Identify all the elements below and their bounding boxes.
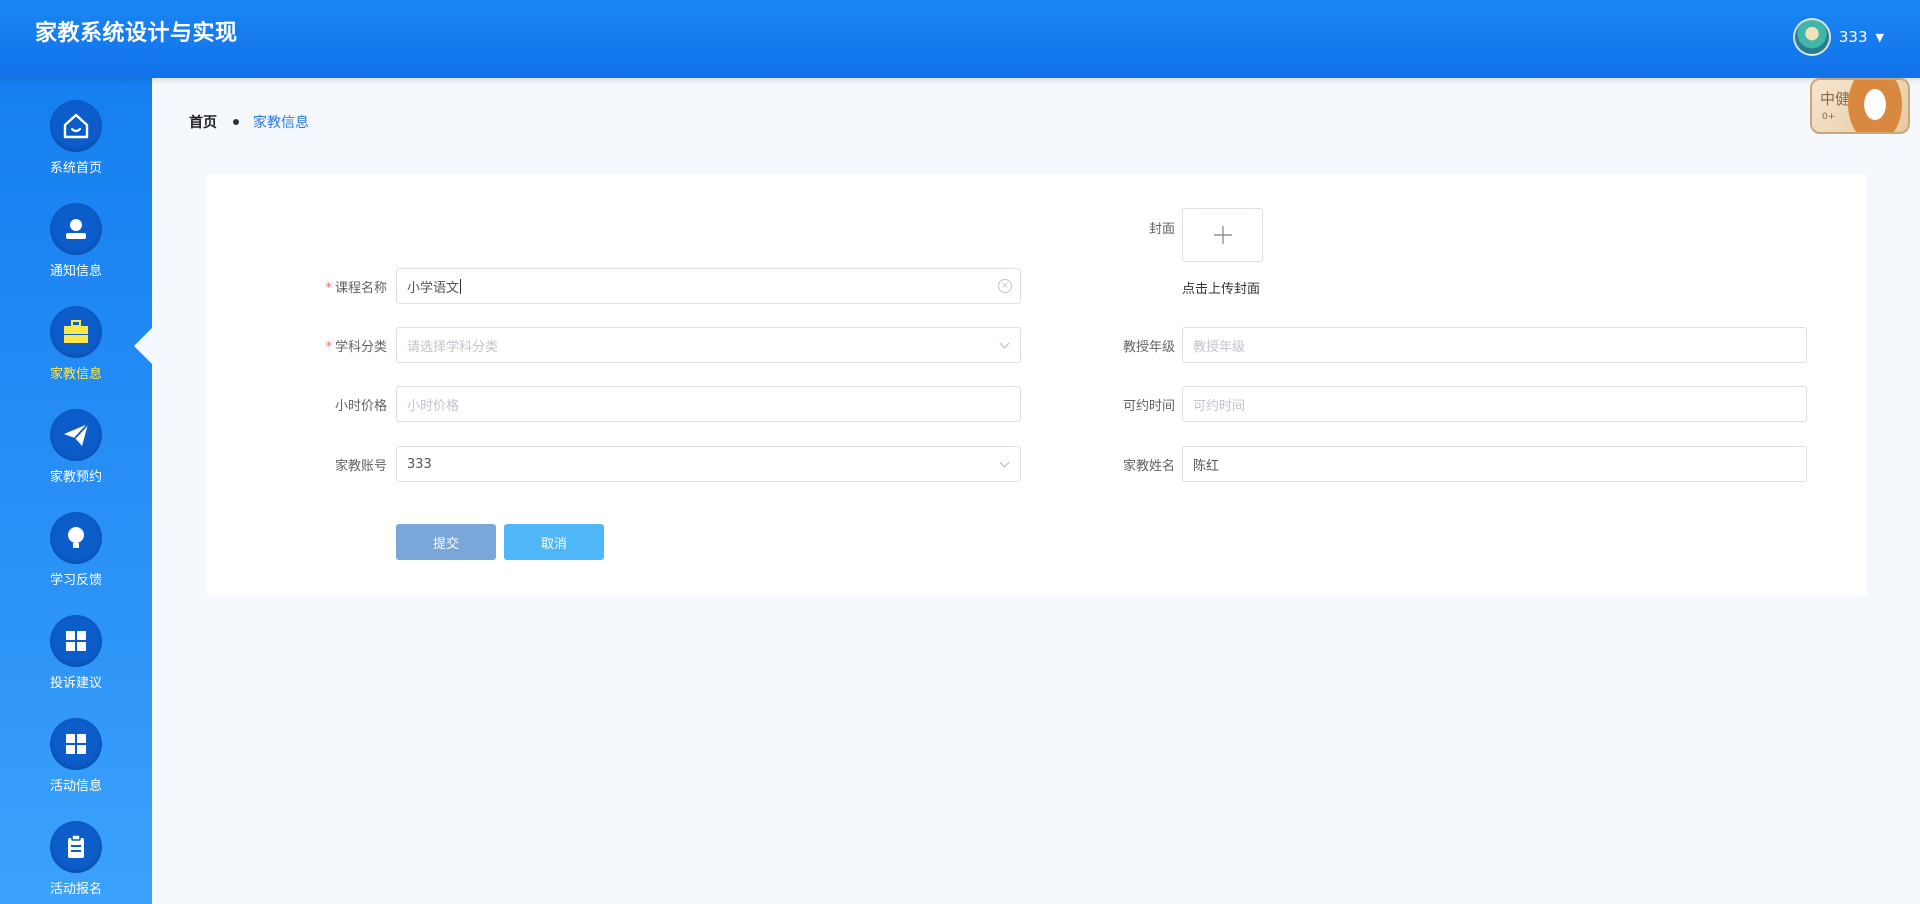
- price-input[interactable]: 小时价格: [396, 386, 1021, 422]
- grid-icon: [50, 718, 102, 770]
- submit-button[interactable]: 提交: [396, 524, 496, 560]
- mascot-sub-text: 0+: [1822, 112, 1836, 122]
- required-star: *: [325, 340, 332, 355]
- sidebar-item-label: 活动信息: [49, 779, 102, 794]
- course-name-label-text: 课程名称: [334, 281, 387, 296]
- sidebar-item-label: 通知信息: [49, 264, 102, 279]
- course-name-value: 小学语文: [407, 280, 460, 296]
- top-header: 家教系统设计与实现 333 ▼: [0, 0, 1920, 78]
- account-select[interactable]: 333: [396, 446, 1021, 482]
- user-menu[interactable]: 333 ▼: [1792, 18, 1884, 56]
- grade-label: 教授年级: [1122, 340, 1175, 355]
- tutor-name-label: 家教姓名: [1122, 459, 1175, 474]
- plus-icon: [1213, 226, 1232, 244]
- tutor-form-card: 封面 点击上传封面 * 课程名称 小学语文 × * 学科分类 请选择学科分类 教授年…: [207, 174, 1867, 596]
- time-input[interactable]: 可约时间: [1182, 386, 1807, 422]
- tutor-name-input[interactable]: 陈红: [1182, 446, 1807, 482]
- cover-upload-button[interactable]: [1182, 208, 1263, 262]
- grade-placeholder: 教授年级: [1193, 339, 1246, 355]
- course-name-input[interactable]: 小学语文 ×: [396, 268, 1021, 304]
- lightbulb-icon: [50, 512, 102, 564]
- sidebar-item-feedback[interactable]: 学习反馈: [0, 490, 152, 593]
- time-label: 可约时间: [1122, 399, 1175, 414]
- course-name-label: * 课程名称: [287, 277, 387, 296]
- time-placeholder: 可约时间: [1193, 398, 1246, 414]
- required-star: *: [325, 281, 332, 296]
- breadcrumb-current: 家教信息: [253, 115, 309, 131]
- sidebar-item-label: 活动报名: [49, 882, 102, 897]
- sidebar-item-label: 家教信息: [49, 367, 102, 382]
- subject-label: * 学科分类: [287, 336, 387, 355]
- app-title: 家教系统设计与实现: [35, 21, 238, 46]
- briefcase-icon: [50, 306, 102, 358]
- mascot-widget[interactable]: 中健 0+: [1810, 78, 1910, 134]
- subject-select[interactable]: 请选择学科分类: [396, 327, 1021, 363]
- cancel-button[interactable]: 取消: [504, 524, 604, 560]
- clipboard-icon: [50, 821, 102, 873]
- sidebar-item-complaints[interactable]: 投诉建议: [0, 593, 152, 696]
- breadcrumb-home[interactable]: 首页: [189, 112, 217, 132]
- sidebar-item-registration[interactable]: 活动报名: [0, 799, 152, 902]
- sidebar-item-label: 家教预约: [49, 470, 102, 485]
- breadcrumb-separator: [233, 119, 239, 125]
- avatar[interactable]: [1792, 18, 1831, 56]
- price-label: 小时价格: [334, 399, 387, 414]
- breadcrumb: 首页 家教信息: [189, 112, 309, 132]
- sidebar: 系统首页 通知信息 家教信息 家教预约 学习反馈 投诉建议 活动信息 活动报名: [0, 78, 152, 904]
- home-icon: [50, 100, 102, 152]
- dog-icon: [1848, 80, 1902, 132]
- subject-placeholder: 请选择学科分类: [407, 339, 499, 355]
- sidebar-item-label: 学习反馈: [49, 573, 102, 588]
- sidebar-item-activities[interactable]: 活动信息: [0, 696, 152, 799]
- username: 333: [1838, 28, 1868, 46]
- price-placeholder: 小时价格: [407, 398, 460, 414]
- grade-input[interactable]: 教授年级: [1182, 327, 1807, 363]
- sidebar-item-booking[interactable]: 家教预约: [0, 387, 152, 490]
- sidebar-item-notice[interactable]: 通知信息: [0, 181, 152, 284]
- paper-plane-icon: [50, 409, 102, 461]
- sidebar-item-home[interactable]: 系统首页: [0, 78, 152, 181]
- subject-label-text: 学科分类: [334, 340, 387, 355]
- chevron-down-icon: [999, 338, 1010, 349]
- sidebar-item-tutor-info[interactable]: 家教信息: [0, 284, 152, 387]
- account-value: 333: [407, 456, 432, 472]
- chevron-down-icon: [999, 457, 1010, 468]
- sidebar-item-label: 投诉建议: [49, 676, 102, 691]
- cover-upload-hint: 点击上传封面: [1182, 282, 1261, 297]
- chevron-down-icon: ▼: [1875, 30, 1884, 44]
- cover-label: 封面: [1148, 222, 1175, 237]
- sidebar-item-label: 系统首页: [49, 161, 102, 176]
- grid-icon: [50, 615, 102, 667]
- user-icon: [50, 203, 102, 255]
- tutor-name-value: 陈红: [1193, 458, 1220, 474]
- text-cursor: [460, 278, 462, 294]
- mascot-text: 中健: [1820, 90, 1851, 108]
- account-label: 家教账号: [334, 459, 387, 474]
- clear-icon[interactable]: ×: [998, 279, 1012, 293]
